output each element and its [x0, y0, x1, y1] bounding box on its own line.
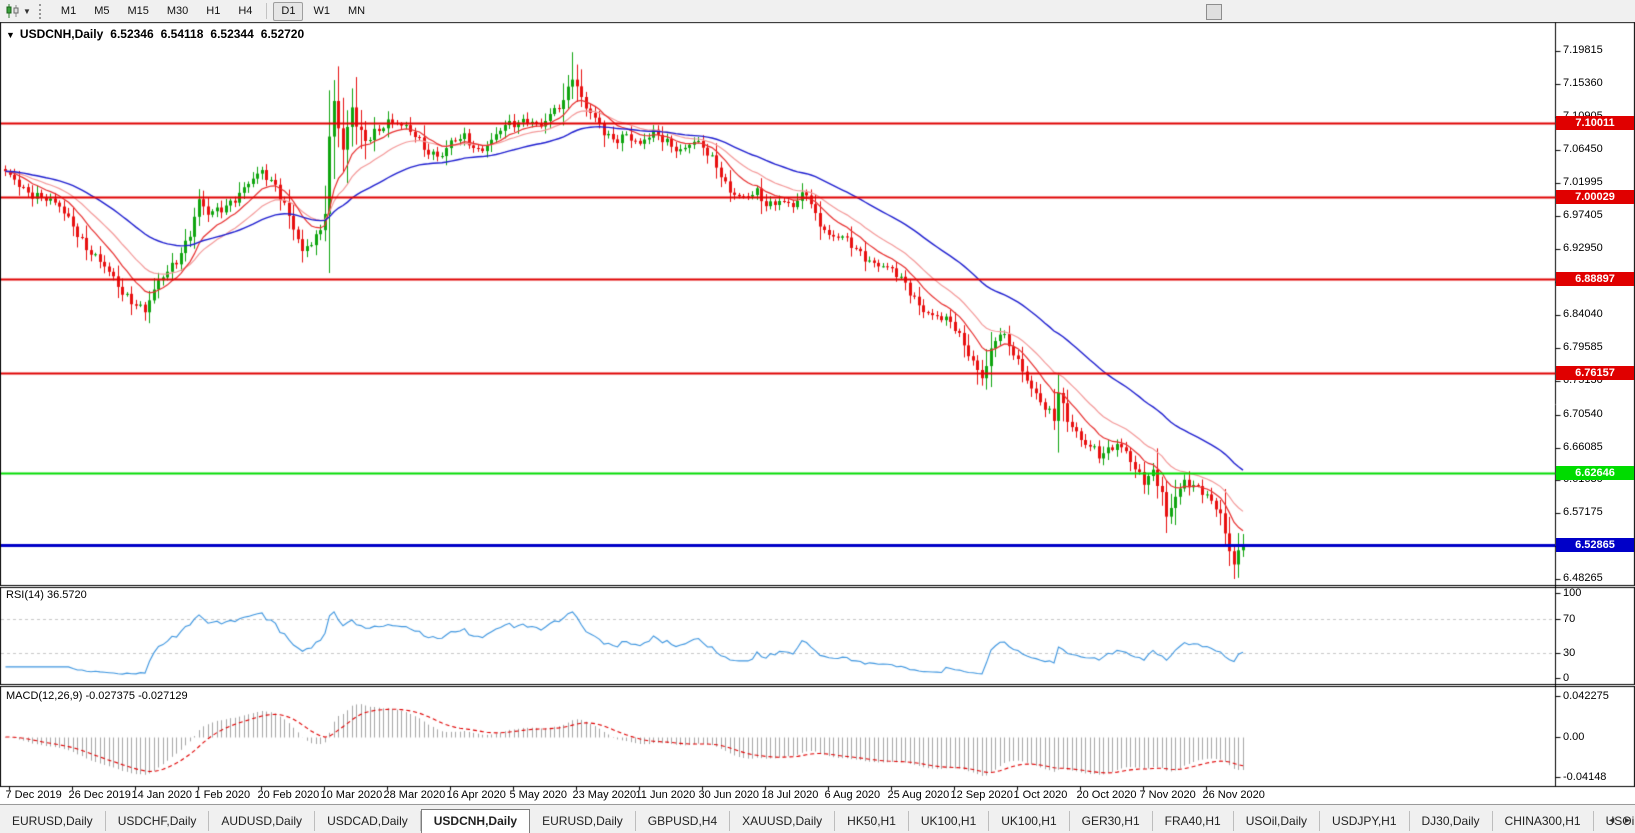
macd-indicator-label: MACD(12,26,9) -0.027375 -0.027129 [6, 690, 188, 702]
chart-type-dropdown-caret-icon[interactable]: ▼ [23, 7, 31, 16]
price-axis-tick-label: 6.66085 [1563, 441, 1603, 453]
tab-china300-h1[interactable]: CHINA300,H1 [1493, 811, 1594, 831]
timeframe-button-h4[interactable]: H4 [230, 2, 260, 21]
macd-axis-label: 0.042275 [1563, 690, 1609, 702]
chart-canvas[interactable] [0, 0, 1635, 832]
tab-usdjpy-h1[interactable]: USDJPY,H1 [1320, 811, 1409, 831]
ohlc-open: 6.52346 [110, 27, 153, 41]
date-axis-label: 1 Feb 2020 [195, 789, 251, 801]
tab-ger30-h1[interactable]: GER30,H1 [1070, 811, 1153, 831]
tab-eurusd-daily[interactable]: EURUSD,Daily [530, 811, 636, 831]
tab-usdcad-daily[interactable]: USDCAD,Daily [315, 811, 421, 831]
date-axis-label: 28 Mar 2020 [384, 789, 446, 801]
tab-hk50-h1[interactable]: HK50,H1 [835, 811, 909, 831]
date-axis-label: 12 Sep 2020 [951, 789, 1013, 801]
date-axis-label: 7 Dec 2019 [6, 789, 62, 801]
price-axis-tick-label: 6.48265 [1563, 572, 1603, 584]
rsi-indicator-label: RSI(14) 36.5720 [6, 589, 87, 601]
chart-shift-marker[interactable] [1206, 4, 1222, 20]
price-axis-tick-label: 7.01995 [1563, 176, 1603, 188]
ohlc-high: 6.54118 [161, 27, 204, 41]
rsi-axis-label: 30 [1563, 647, 1575, 659]
toolbar-drag-grip[interactable] [39, 4, 45, 19]
timeframe-button-h1[interactable]: H1 [198, 2, 228, 21]
price-axis-tick-label: 7.06450 [1563, 143, 1603, 155]
tab-uk100-h1[interactable]: UK100,H1 [909, 811, 989, 831]
tab-scroll-arrows: ◄ ► [1607, 815, 1632, 825]
timeframe-buttons: M1M5M15M30H1H4 D1W1MN [52, 2, 374, 21]
toolbar-separator [266, 3, 267, 19]
tab-scroll-left-icon[interactable]: ◄ [1607, 815, 1616, 825]
rsi-axis-label: 100 [1563, 587, 1581, 599]
hline-price-tag[interactable]: 7.00029 [1556, 190, 1634, 204]
date-axis-label: 10 Mar 2020 [321, 789, 383, 801]
chart-title: ▼ USDCNH,Daily 6.52346 6.54118 6.52344 6.5272… [6, 27, 304, 41]
date-axis-label: 23 May 2020 [573, 789, 637, 801]
tab-uk100-h1[interactable]: UK100,H1 [989, 811, 1069, 831]
macd-axis-label: 0.00 [1563, 731, 1584, 743]
trading-terminal-window: { "toolbar": { "caret": "▼", "chart_icon… [0, 0, 1635, 832]
date-axis-label: 30 Jun 2020 [699, 789, 760, 801]
price-axis-tick-label: 6.70540 [1563, 408, 1603, 420]
price-axis-tick-label: 6.57175 [1563, 506, 1603, 518]
chart-tab-bar: EURUSD,DailyUSDCHF,DailyAUDUSD,DailyUSDC… [0, 804, 1635, 833]
symbol-collapse-caret-icon[interactable]: ▼ [6, 30, 15, 40]
price-axis-tick-label: 6.92950 [1563, 242, 1603, 254]
tab-dj30-daily[interactable]: DJ30,Daily [1410, 811, 1493, 831]
hline-price-tag[interactable]: 6.62646 [1556, 466, 1634, 480]
tab-usoil-daily[interactable]: USOil,Daily [1234, 811, 1320, 831]
price-axis-tick-label: 6.79585 [1563, 341, 1603, 353]
date-axis-label: 26 Dec 2019 [69, 789, 131, 801]
timeframe-button-d1[interactable]: D1 [273, 2, 303, 21]
tab-scroll-right-icon[interactable]: ► [1623, 815, 1632, 825]
timeframe-button-mn[interactable]: MN [340, 2, 373, 21]
tab-fra40-h1[interactable]: FRA40,H1 [1153, 811, 1234, 831]
date-axis-label: 6 Aug 2020 [825, 789, 881, 801]
hline-price-tag[interactable]: 7.10011 [1556, 116, 1634, 130]
tab-eurusd-daily[interactable]: EURUSD,Daily [0, 811, 106, 831]
tab-gbpusd-h4[interactable]: GBPUSD,H4 [636, 811, 730, 831]
candlestick-chart-icon[interactable] [4, 3, 22, 19]
tab-usdchf-daily[interactable]: USDCHF,Daily [106, 811, 210, 831]
timeframe-button-m15[interactable]: M15 [119, 2, 156, 21]
date-axis-label: 16 Apr 2020 [447, 789, 506, 801]
ohlc-close: 6.52720 [261, 27, 304, 41]
rsi-axis-label: 70 [1563, 613, 1575, 625]
hline-price-tag[interactable]: 6.76157 [1556, 366, 1634, 380]
chart-tabs: EURUSD,DailyUSDCHF,DailyAUDUSD,DailyUSDC… [0, 809, 1635, 833]
chart-title-symbol: USDCNH,Daily [20, 27, 103, 41]
timeframe-button-w1[interactable]: W1 [305, 2, 338, 21]
date-axis-label: 26 Nov 2020 [1203, 789, 1265, 801]
date-axis-label: 20 Oct 2020 [1077, 789, 1137, 801]
date-axis-label: 1 Oct 2020 [1014, 789, 1068, 801]
date-axis-label: 5 May 2020 [510, 789, 567, 801]
price-axis-tick-label: 6.84040 [1563, 308, 1603, 320]
date-axis-label: 7 Nov 2020 [1140, 789, 1196, 801]
price-axis-tick-label: 7.15360 [1563, 77, 1603, 89]
macd-axis-label: -0.04148 [1563, 771, 1606, 783]
date-axis-label: 18 Jul 2020 [762, 789, 819, 801]
timeframe-button-m30[interactable]: M30 [159, 2, 196, 21]
tab-audusd-daily[interactable]: AUDUSD,Daily [209, 811, 315, 831]
hline-price-tag[interactable]: 6.52865 [1556, 538, 1634, 552]
timeframe-button-m5[interactable]: M5 [86, 2, 117, 21]
price-axis-tick-label: 7.19815 [1563, 44, 1603, 56]
timeframe-toolbar: ▼ M1M5M15M30H1H4 D1W1MN [0, 0, 1635, 22]
timeframe-button-m1[interactable]: M1 [53, 2, 84, 21]
date-axis-label: 14 Jan 2020 [132, 789, 193, 801]
date-axis-label: 20 Feb 2020 [258, 789, 320, 801]
date-axis-label: 25 Aug 2020 [888, 789, 950, 801]
date-axis-label: 11 Jun 2020 [636, 789, 696, 801]
ohlc-low: 6.52344 [210, 27, 253, 41]
tab-xauusd-daily[interactable]: XAUUSD,Daily [730, 811, 835, 831]
tab-usdcnh-daily[interactable]: USDCNH,Daily [421, 809, 530, 833]
hline-price-tag[interactable]: 6.88897 [1556, 272, 1634, 286]
rsi-axis-label: 0 [1563, 672, 1569, 684]
price-axis-tick-label: 6.97405 [1563, 209, 1603, 221]
